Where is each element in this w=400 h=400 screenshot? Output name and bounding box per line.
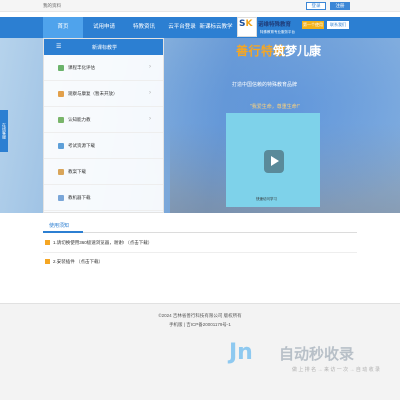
play-icon[interactable] [264, 150, 284, 173]
notice-tab-label: 使用须知 [49, 223, 70, 229]
video-caption: 快速访问学习 [256, 197, 277, 201]
chevron-right-icon: › [149, 116, 151, 122]
first-use-button[interactable]: 第一个使用 [302, 21, 324, 29]
chevron-right-icon: › [149, 90, 151, 96]
banner-subtitle: 打造中国信赖的特殊教育品牌 [232, 82, 298, 88]
login-button[interactable]: 登录 [306, 2, 326, 10]
menu-item-assessment[interactable]: 课程丰化评估 › [44, 55, 163, 81]
notice-text: 2.安装插件 （点击下载） [53, 259, 104, 264]
banner-quote: "我爱生命，尊重生命!" [250, 104, 300, 110]
notice-row[interactable]: 2.安装插件 （点击下载） [45, 259, 103, 265]
nav-home[interactable]: 首页 [43, 17, 83, 38]
watermark-logo: Jn [229, 340, 253, 365]
watermark-name: 自动秒收录 [279, 346, 355, 363]
online-service-tab[interactable]: 在线客服 [0, 110, 8, 152]
menu-item-exam[interactable]: 考试资源下载 [44, 133, 163, 159]
nav-news[interactable]: 特教资讯 [124, 17, 164, 38]
lesson-icon [58, 169, 64, 175]
nav-trial[interactable]: 试用申请 [84, 17, 124, 38]
menu-item-label: 观察与康复（暂未开放） [68, 91, 118, 96]
brand-tagline: 特殊教育专业服务平台 [258, 30, 297, 35]
my-profile-link[interactable]: 我的资料 [43, 3, 61, 9]
brand-logo[interactable]: SK [237, 17, 257, 37]
copyright-text: ©2024 吉林省善行科技有限公司 版权所有 [158, 313, 242, 318]
notice-row[interactable]: 1.请切换使用360极速浏览器，谢谢! （点击下载） [45, 240, 152, 246]
menu-item-observation[interactable]: 观察与康复（暂未开放） › [44, 81, 163, 107]
menu-item-label: 考试资源下载 [68, 143, 95, 148]
menu-item-cognition[interactable]: 认知能力教 › [44, 107, 163, 133]
exam-icon [58, 143, 64, 149]
bullet-icon [45, 240, 50, 246]
slogan-white: 筑梦儿康 [273, 44, 322, 58]
menu-item-label: 认知能力教 [68, 117, 91, 122]
teaching-menu: ☰ 新课标教学 课程丰化评估 › 观察与康复（暂未开放） › 认知能力教 › 考… [43, 38, 164, 213]
menu-item-lesson[interactable]: 教案下载 [44, 159, 163, 185]
menu-item-device[interactable]: 教机器下载 [44, 185, 163, 211]
register-button[interactable]: 注册 [330, 2, 350, 10]
bullet-icon [45, 259, 50, 265]
device-icon [58, 195, 64, 201]
divider [43, 252, 357, 253]
notice-text: 1.请切换使用360极速浏览器，谢谢! （点击下载） [53, 240, 153, 245]
menu-item-label: 教机器下载 [68, 195, 91, 200]
menu-header: ☰ 新课标教学 [44, 39, 163, 55]
cognition-icon [58, 117, 64, 123]
tab-underline [43, 231, 83, 233]
watermark-sub: 做 上 排 名 → 来 访 一 次 → 自 动 收 录 [292, 367, 381, 373]
chevron-right-icon: › [149, 64, 151, 70]
nav-cloud-login[interactable]: 云平台登录 [162, 17, 202, 38]
top-strip: 我的资料 登录 注册 [0, 0, 400, 12]
divider [43, 232, 357, 233]
brand-name: 诺维特殊教育 [258, 22, 292, 28]
menu-icon: ☰ [56, 44, 62, 50]
icp-text[interactable]: 手机版 | 吉ICP备20001179号-1 [0, 322, 400, 328]
logo-letter-k: K [245, 19, 253, 29]
observation-icon [58, 91, 64, 97]
menu-item-label: 教案下载 [68, 169, 86, 174]
menu-title: 新课标教学 [92, 45, 118, 51]
nav-cloud-teaching[interactable]: 新课标云教学 [198, 17, 234, 38]
menu-item-label: 课程丰化评估 [68, 65, 95, 70]
contact-us-button[interactable]: 联系我们 [327, 21, 349, 29]
assessment-icon [58, 65, 64, 71]
